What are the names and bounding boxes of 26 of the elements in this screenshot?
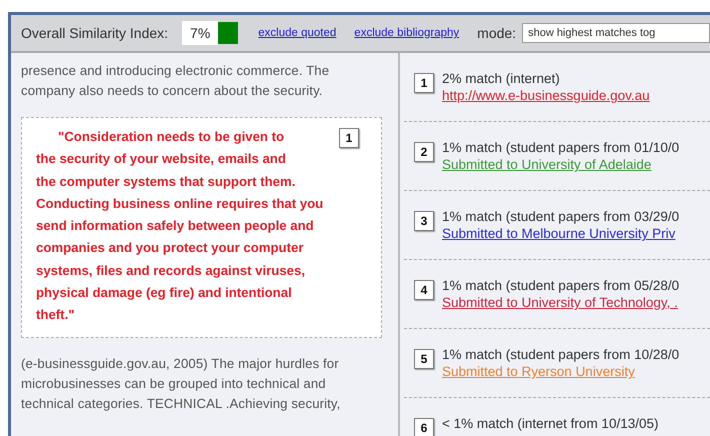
match-summary: 2% match (internet) [442, 71, 561, 86]
similarity-index-label: Overall Similarity Index: [21, 25, 168, 41]
match-summary: < 1% match (internet from 10/13/05) [442, 416, 658, 431]
exclude-link[interactable]: exclude quoted [258, 27, 336, 39]
match-summary: 1% match (student papers from 01/10/0 [442, 140, 680, 155]
document-paragraph: presence and introducing electronic commerce. The company also needs to concern about the security. [21, 62, 330, 100]
matched-quote-text: "Consideration needs to be given to the security of your website, emails and the computer systems that support them. Conducting business online requires that you send information safely between people and companies and you protect your computer systems, files and records against viruses, physical damage (eg fire) and intentional theft." [36, 128, 324, 324]
document-paragraph: (e-businessguide.gov.au, 2005) The major hurdles for microbusinesses can be grouped into technical and technical categories. TECHNICAL .Achieving security, [21, 354, 342, 413]
similarity-index-value: 7% [182, 21, 218, 45]
match-number[interactable]: 6 [414, 418, 434, 436]
match-number[interactable]: 1 [339, 128, 359, 148]
match-summary: 1% match (student papers from 10/28/0 [442, 347, 680, 362]
match-number[interactable]: 5 [414, 349, 434, 369]
match-summary: 1% match (student papers from 03/29/0 [442, 209, 680, 224]
mode-dropdown[interactable]: show highest matches tog [522, 23, 710, 43]
match-source-link[interactable]: Submitted to University of Technology, . [442, 295, 680, 310]
match-source-link[interactable]: Submitted to Melbourne University Priv [442, 226, 680, 241]
mode-label: mode: [477, 25, 516, 41]
exclude-link[interactable]: exclude bibliography [354, 27, 460, 39]
match-number[interactable]: 4 [414, 280, 434, 300]
match-number[interactable]: 2 [414, 142, 434, 162]
similarity-swatch [218, 22, 238, 44]
match-number[interactable]: 3 [414, 211, 434, 231]
match-summary: 1% match (student papers from 05/28/0 [442, 278, 680, 293]
match-number[interactable]: 1 [414, 73, 434, 93]
match-source-link[interactable]: http://www.e-businessguide.gov.au [442, 88, 650, 103]
